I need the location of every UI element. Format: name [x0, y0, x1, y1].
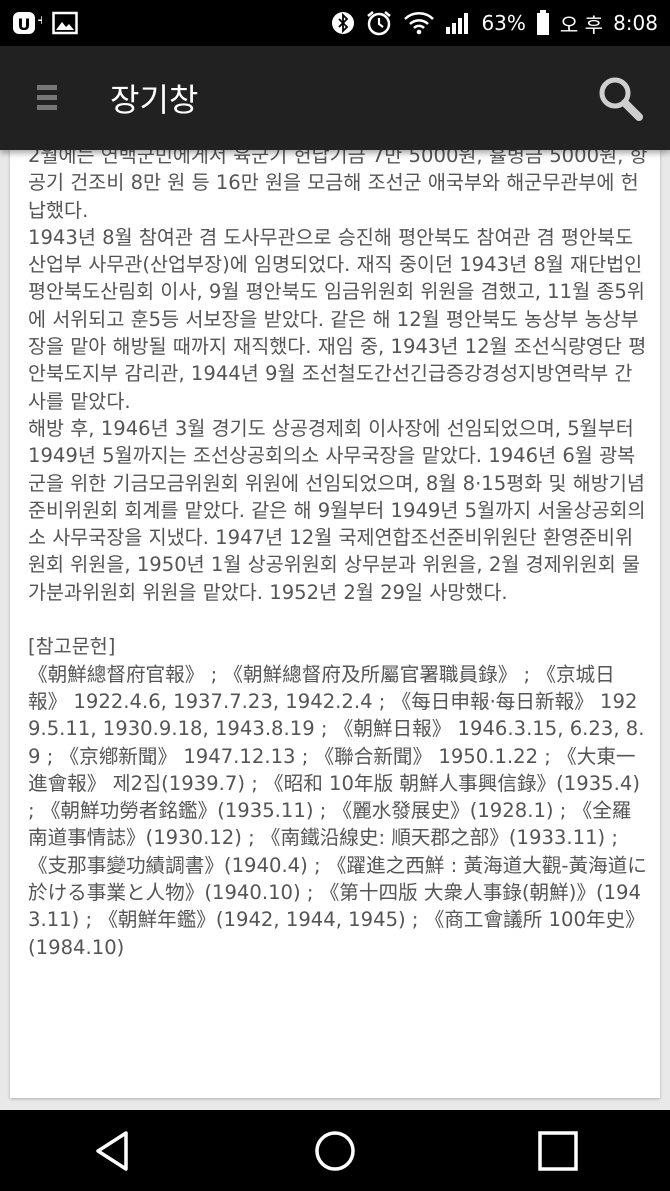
status-right: 63% 오 후 8:08 [331, 9, 658, 38]
menu-icon [37, 85, 57, 110]
references-list: 《朝鮮總督府官報》 ; 《朝鮮總督府及所屬官署職員錄》 ; 《京城日報》 192… [28, 662, 647, 959]
signal-icon [445, 11, 471, 35]
battery-percent: 63% [481, 11, 526, 35]
article-body: 2월에는 연백군민에게서 육군기 헌납기금 7만 5000원, 휼병금 5000… [28, 150, 648, 604]
status-ampm: 오 후 [559, 12, 604, 37]
page-title: 장기창 [110, 81, 199, 119]
recents-button[interactable] [518, 1116, 598, 1186]
search-button[interactable] [590, 68, 650, 128]
carrier-u-icon: U + [12, 10, 42, 36]
article-text: 2월에는 연백군민에게서 육군기 헌납기금 7만 5000원, 휼병금 5000… [28, 150, 648, 961]
svg-text:+: + [37, 13, 42, 27]
back-button[interactable] [72, 1116, 152, 1186]
references-heading: [참고문헌] [28, 635, 116, 659]
home-icon [315, 1130, 355, 1171]
menu-button[interactable] [22, 68, 72, 128]
navigation-bar [0, 1110, 670, 1191]
status-bar: U + [0, 0, 670, 46]
svg-text:U: U [18, 15, 31, 34]
recents-icon [538, 1130, 579, 1171]
bluetooth-icon [331, 11, 355, 35]
wifi-icon [403, 11, 435, 35]
status-left: U + [12, 10, 78, 36]
battery-icon [536, 10, 550, 36]
status-time: 8:08 [613, 11, 658, 35]
alarm-icon [365, 9, 393, 37]
back-icon [95, 1130, 128, 1171]
home-button[interactable] [295, 1116, 375, 1186]
app-bar: 장기창 [0, 46, 670, 150]
search-icon [599, 77, 643, 121]
gallery-icon [52, 11, 78, 35]
article-card[interactable]: 2월에는 연백군민에게서 육군기 헌납기금 7만 5000원, 휼병금 5000… [10, 150, 660, 1098]
